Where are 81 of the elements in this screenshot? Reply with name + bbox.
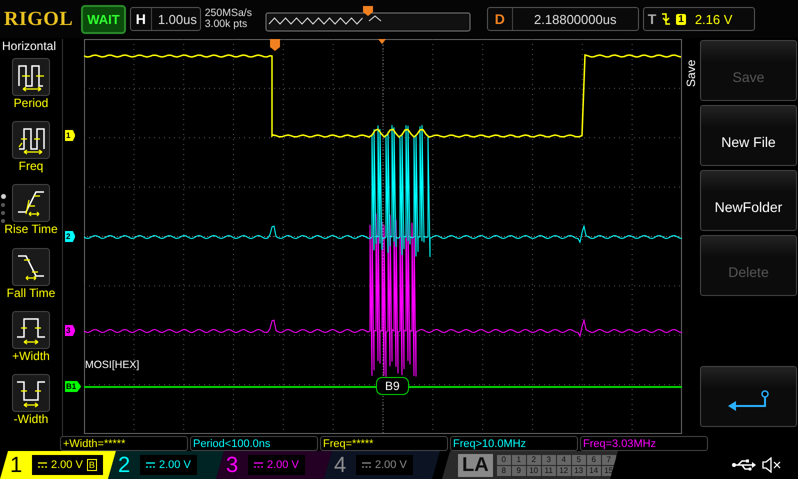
channel-tab[interactable]: 3 2.00 V xyxy=(216,451,332,479)
channel-number: 4 xyxy=(334,452,348,478)
channel-number: 1 xyxy=(10,452,24,478)
speaker-muted-icon xyxy=(762,457,782,473)
menu-title: Save xyxy=(684,58,699,87)
usb-icon xyxy=(732,459,756,471)
run-status: WAIT xyxy=(81,4,126,34)
channel-marker[interactable]: 3 xyxy=(65,325,76,336)
channel-marker[interactable]: 2 xyxy=(65,231,76,242)
dc-coupling-icon xyxy=(362,461,371,469)
digital-channel: 0 xyxy=(496,454,511,464)
dc-coupling-icon xyxy=(254,461,263,469)
measurement-label: Period xyxy=(14,96,48,110)
channel-tab[interactable]: 4 2.00 V xyxy=(324,451,440,479)
measurement-readout: Period<100.0ns xyxy=(190,436,318,451)
decode-value: B9 xyxy=(376,377,409,395)
measurement-label: Fall Time xyxy=(6,286,56,300)
trigger-level: 2.16 V xyxy=(694,12,732,26)
digital-channel: 11 xyxy=(542,466,556,476)
digital-channel: 15 xyxy=(602,466,616,476)
measurement-icon[interactable] xyxy=(12,374,50,412)
delay-box[interactable]: D 2.18800000us xyxy=(486,7,639,31)
bandwidth-limit-indicator: B xyxy=(86,459,97,471)
digital-channel: 5 xyxy=(572,454,586,464)
measurement-readout: +Width=***** xyxy=(60,436,188,451)
menu-button[interactable]: NewFolder xyxy=(700,170,797,231)
channel-scale: 2.00 V xyxy=(267,459,299,471)
sample-rate: 250MSa/s xyxy=(204,8,253,19)
channel-scale: 2.00 V xyxy=(51,459,83,471)
channel-marker[interactable]: B1 xyxy=(65,381,82,392)
measurement-icon[interactable] xyxy=(12,184,50,222)
return-arrow-icon xyxy=(726,390,770,412)
digital-channel: 4 xyxy=(556,454,571,464)
trigger-label: T xyxy=(648,11,656,27)
menu-title: Horizontal xyxy=(1,39,56,53)
digital-channel: 2 xyxy=(526,454,541,464)
digital-channel: 3 xyxy=(542,454,556,464)
channel-tab[interactable]: 2 2.00 V xyxy=(108,451,224,479)
digital-channel: 10 xyxy=(526,466,541,476)
channel-scale: 2.00 V xyxy=(159,459,191,471)
measurement-icon[interactable] xyxy=(12,248,50,286)
digital-channel: 8 xyxy=(496,466,511,476)
digital-channel: 1 xyxy=(512,454,526,464)
measurement-label: +Width xyxy=(12,348,50,363)
trigger-source: 1 xyxy=(676,14,686,24)
logic-analyzer-label: LA xyxy=(458,454,493,476)
timebase-box[interactable]: H 1.00us xyxy=(130,7,201,31)
timebase-value: 1.00us xyxy=(150,8,203,30)
delay-label: D xyxy=(494,11,506,27)
digital-channel: 6 xyxy=(586,454,601,464)
measurement-label: -Width xyxy=(14,412,48,426)
channel-number: 2 xyxy=(118,452,132,478)
logic-analyzer-tab[interactable]: LA 0 1 2 3 4 5 6 7 8 9 10 11 12 13 14 15 xyxy=(442,451,618,479)
trigger-box[interactable]: T 1 2.16 V xyxy=(642,7,755,31)
memory-depth: 3.00k pts xyxy=(204,19,248,30)
digital-channel: 14 xyxy=(586,466,601,476)
back-button[interactable] xyxy=(700,366,797,427)
brand-logo: RIGOL xyxy=(4,8,74,30)
measurement-icon[interactable] xyxy=(12,58,50,96)
menu-button[interactable]: New File xyxy=(700,105,797,166)
measurement-readout: Freq=***** xyxy=(320,436,448,451)
measurement-icon[interactable] xyxy=(12,121,50,160)
channel-tab[interactable]: 1 2.00 V B xyxy=(0,451,116,479)
measurement-icon[interactable] xyxy=(12,310,50,349)
delay-value: 2.18800000us xyxy=(512,8,638,30)
digital-channel: 9 xyxy=(512,466,526,476)
digital-channel: 13 xyxy=(572,466,586,476)
measurement-label: Freq xyxy=(18,159,44,174)
digital-channel: 12 xyxy=(556,466,571,476)
measurement-readout: Freq>10.0MHz xyxy=(450,436,578,451)
timebase-label: H xyxy=(134,11,147,27)
measurement-readout: Freq=3.03MHz xyxy=(580,436,708,451)
digital-channel: 7 xyxy=(602,454,616,464)
dc-coupling-icon xyxy=(38,461,47,469)
channel-scale: 2.00 V xyxy=(375,459,407,471)
dc-coupling-icon xyxy=(146,461,155,469)
falling-edge-icon xyxy=(661,12,672,26)
channel-marker[interactable]: 1 xyxy=(65,130,76,141)
channel-number: 3 xyxy=(226,452,240,478)
measurement-label: Rise Time xyxy=(4,222,58,236)
decode-label: MOSI[HEX] xyxy=(85,359,140,371)
